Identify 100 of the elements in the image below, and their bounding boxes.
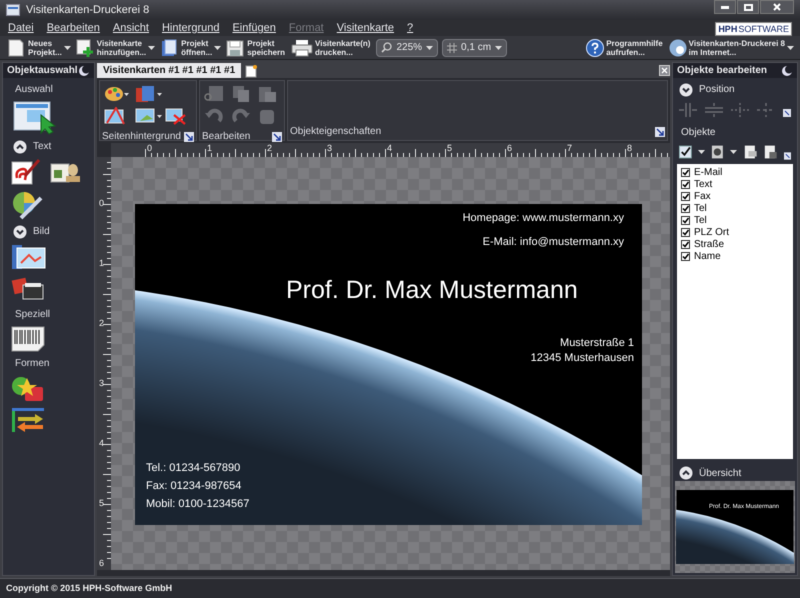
ruler-label: 5 bbox=[99, 497, 104, 510]
panel-title: Objekte bearbeiten bbox=[677, 64, 768, 78]
street-text: Musterstraße 1 bbox=[560, 336, 634, 351]
ruler-label: 4 bbox=[99, 437, 104, 450]
dropdown-field[interactable]: 225% bbox=[376, 38, 438, 56]
ruler-label: 7 bbox=[567, 143, 572, 155]
chevron-icon[interactable] bbox=[679, 82, 693, 96]
dialog-launcher-icon[interactable] bbox=[655, 126, 665, 136]
object-label[interactable]: Fax bbox=[694, 188, 711, 204]
ruler-label: 1 bbox=[207, 143, 212, 155]
toolbar-button[interactable]: Visitenkarte hinzufügen... bbox=[72, 36, 148, 58]
image-icon[interactable] bbox=[11, 243, 47, 271]
spread-icon[interactable] bbox=[757, 103, 775, 117]
add-card-icon bbox=[74, 38, 95, 58]
dialog-launcher-icon[interactable] bbox=[184, 132, 194, 142]
menu-item[interactable]: Visitenkarte bbox=[336, 20, 394, 36]
menu-item[interactable]: ? bbox=[407, 20, 414, 36]
checkbox[interactable] bbox=[681, 228, 690, 236]
toolbar-button[interactable]: Projekt öffnen... bbox=[157, 36, 214, 58]
section-label: Position bbox=[699, 83, 735, 97]
section-label: Auswahl bbox=[15, 83, 53, 97]
barcode-icon[interactable] bbox=[11, 326, 45, 352]
checkbox[interactable] bbox=[681, 216, 690, 224]
caret-icon[interactable] bbox=[214, 46, 222, 50]
ruler-label: 8 bbox=[627, 143, 632, 155]
object-label[interactable]: Straße bbox=[694, 236, 724, 252]
toolbar-button[interactable]: Neues Projekt... bbox=[4, 36, 64, 58]
minimize-button[interactable] bbox=[714, 0, 736, 14]
moon-icon[interactable] bbox=[781, 64, 793, 76]
image-delete-icon[interactable] bbox=[165, 107, 188, 125]
checkbox[interactable] bbox=[681, 180, 690, 188]
paste-icon[interactable] bbox=[257, 85, 278, 103]
checkbox[interactable] bbox=[681, 204, 690, 212]
object-label[interactable]: Text bbox=[694, 176, 712, 192]
dropdown-field[interactable]: 0,1 cm bbox=[442, 38, 508, 56]
panel-title: Objektauswahl bbox=[7, 64, 78, 78]
menu-item[interactable]: Hintergrund bbox=[162, 20, 220, 36]
section-label: Bild bbox=[33, 225, 50, 239]
document-icon[interactable] bbox=[742, 144, 758, 160]
shapes-icon[interactable] bbox=[11, 375, 45, 403]
object-label[interactable]: PLZ Ort bbox=[694, 224, 730, 240]
name-text: Prof. Dr. Max Mustermann bbox=[286, 278, 578, 303]
image-arrow-icon[interactable] bbox=[134, 107, 163, 125]
caret-icon[interactable] bbox=[730, 150, 737, 154]
toolbar-button[interactable]: Projekt speichern bbox=[223, 36, 288, 58]
arrows-icon[interactable] bbox=[11, 407, 45, 433]
fax-text: Fax: 01234-987654 bbox=[146, 479, 242, 494]
checkbox[interactable] bbox=[681, 240, 690, 248]
caret-icon[interactable] bbox=[64, 46, 71, 50]
ruler-label: 6 bbox=[99, 557, 104, 570]
menu-item[interactable]: Datei bbox=[8, 20, 34, 36]
document-tab[interactable]: Visitenkarten #1 #1 #1 #1 #1 bbox=[97, 63, 242, 78]
checkbox[interactable] bbox=[681, 252, 690, 260]
center-icon[interactable] bbox=[731, 103, 749, 117]
group-label: Seitenhintergrund bbox=[102, 130, 181, 144]
moon-icon[interactable] bbox=[78, 64, 90, 76]
menu-item[interactable]: Ansicht bbox=[112, 20, 149, 36]
toolbar-button[interactable]: Programmhilfe aufrufen... bbox=[584, 36, 665, 58]
paint-palette-icon[interactable] bbox=[104, 85, 130, 103]
chevron-icon[interactable] bbox=[13, 140, 27, 154]
caret-icon[interactable] bbox=[148, 46, 156, 50]
menu-item[interactable]: Einfügen bbox=[232, 20, 276, 36]
section-label: Text bbox=[33, 140, 52, 154]
caret-icon[interactable] bbox=[426, 46, 434, 50]
group-label: Bearbeiten bbox=[202, 130, 250, 144]
checkbox[interactable] bbox=[681, 168, 690, 176]
city-text: 12345 Musterhausen bbox=[530, 351, 634, 366]
object-label[interactable]: Tel bbox=[694, 212, 707, 228]
align-vertical-icon[interactable] bbox=[705, 103, 723, 117]
ruler-label: 0 bbox=[147, 143, 152, 155]
caret-icon[interactable] bbox=[698, 150, 705, 154]
ruler-label: 0 bbox=[99, 197, 104, 210]
dialog-launcher-icon[interactable] bbox=[783, 109, 791, 117]
chart-pen-icon[interactable] bbox=[11, 190, 45, 220]
toolbar-button[interactable]: Visitenkarte(n) drucken... bbox=[289, 36, 372, 58]
toolbar-button[interactable]: Visitenkarten-Druckerei 8 im Internet... bbox=[666, 36, 787, 58]
checkbox[interactable] bbox=[681, 192, 690, 200]
chevron-icon[interactable] bbox=[13, 224, 27, 238]
text-art-icon[interactable] bbox=[11, 158, 41, 186]
close-button[interactable] bbox=[760, 0, 794, 14]
dialog-launcher-icon[interactable] bbox=[784, 152, 792, 160]
checkbox-icon[interactable] bbox=[679, 145, 692, 159]
chevron-icon[interactable] bbox=[679, 466, 693, 480]
object-label[interactable]: E-Mail bbox=[694, 164, 722, 180]
menu-item[interactable]: Bearbeiten bbox=[46, 20, 100, 36]
copy-icon[interactable] bbox=[230, 85, 251, 103]
folder-icon bbox=[159, 38, 180, 58]
selection-icon[interactable] bbox=[13, 101, 57, 135]
caret-icon[interactable] bbox=[495, 46, 502, 50]
align-horizontal-icon[interactable] bbox=[679, 103, 697, 117]
new-tab-icon[interactable] bbox=[245, 65, 258, 78]
close-icon[interactable] bbox=[659, 65, 670, 76]
caret-icon[interactable] bbox=[787, 46, 794, 50]
group-label: Objekteigenschaften bbox=[290, 125, 382, 139]
object-label[interactable]: Name bbox=[694, 248, 721, 264]
homepage-text: Homepage: www.mustermann.xy bbox=[462, 211, 624, 226]
object-label[interactable]: Tel bbox=[694, 200, 707, 216]
maximize-button[interactable] bbox=[737, 0, 759, 14]
close-icon bbox=[773, 3, 781, 11]
dialog-launcher-icon[interactable] bbox=[272, 132, 282, 142]
